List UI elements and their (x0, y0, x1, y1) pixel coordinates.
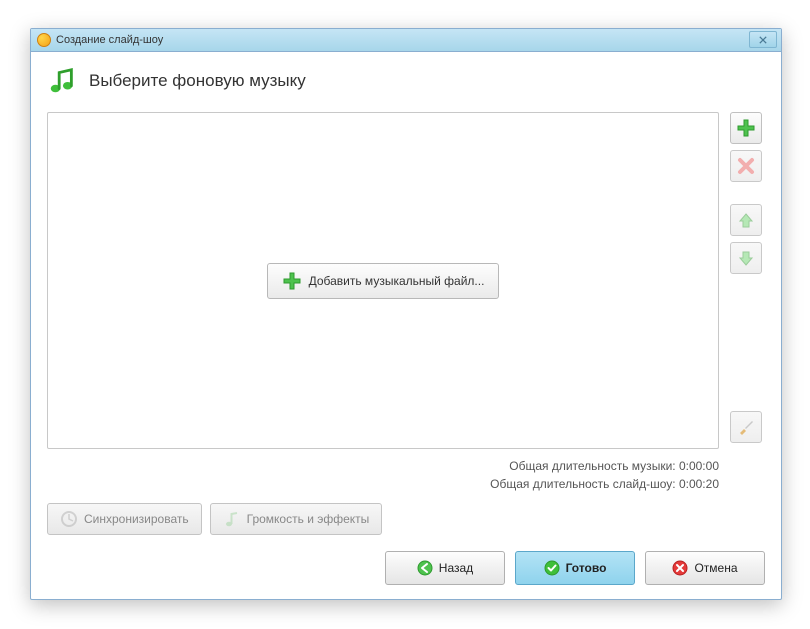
remove-button (730, 150, 762, 182)
arrow-left-icon (417, 560, 433, 576)
header: Выберите фоновую музыку (47, 66, 765, 96)
synchronize-button: Синхронизировать (47, 503, 202, 535)
move-down-button (730, 242, 762, 274)
volume-label: Громкость и эффекты (247, 512, 370, 526)
cancel-button[interactable]: Отмена (645, 551, 765, 585)
slideshow-duration-label: Общая длительность слайд-шоу: (490, 477, 675, 491)
move-up-button (730, 204, 762, 236)
options-row: Синхронизировать Громкость и эффекты (47, 503, 765, 535)
add-button[interactable] (730, 112, 762, 144)
side-toolbar (727, 112, 765, 449)
add-music-label: Добавить музыкальный файл... (309, 274, 485, 288)
sync-icon (60, 510, 78, 528)
window-title: Создание слайд-шоу (56, 34, 163, 46)
back-button[interactable]: Назад (385, 551, 505, 585)
page-title: Выберите фоновую музыку (89, 71, 306, 91)
app-icon (37, 33, 51, 47)
arrow-up-icon (737, 211, 755, 229)
cancel-icon (672, 560, 688, 576)
settings-button (730, 411, 762, 443)
footer: Назад Готово Отмена (47, 535, 765, 585)
check-icon (544, 560, 560, 576)
volume-effects-button: Громкость и эффекты (210, 503, 383, 535)
content-area: Выберите фоновую музыку Добавить музыкал… (31, 52, 781, 599)
music-note-icon (223, 510, 241, 528)
add-music-file-button[interactable]: Добавить музыкальный файл... (267, 263, 500, 299)
x-icon (737, 157, 755, 175)
music-icon (47, 66, 77, 96)
dialog-window: Создание слайд-шоу Выберите фоновую музы… (30, 28, 782, 600)
plus-icon (282, 271, 302, 291)
music-duration-value: 0:00:00 (679, 459, 719, 473)
close-icon (759, 36, 767, 44)
music-duration-label: Общая длительность музыки: (509, 459, 675, 473)
done-button[interactable]: Готово (515, 551, 635, 585)
close-button[interactable] (749, 31, 777, 48)
back-label: Назад (439, 561, 473, 575)
duration-info: Общая длительность музыки: 0:00:00 Общая… (47, 457, 719, 493)
titlebar: Создание слайд-шоу (31, 29, 781, 52)
arrow-down-icon (737, 249, 755, 267)
main-area: Добавить музыкальный файл... (47, 112, 765, 449)
plus-icon (736, 118, 756, 138)
cancel-label: Отмена (694, 561, 737, 575)
slideshow-duration-value: 0:00:20 (679, 477, 719, 491)
done-label: Готово (566, 561, 607, 575)
brush-icon (737, 418, 755, 436)
music-list: Добавить музыкальный файл... (47, 112, 719, 449)
sync-label: Синхронизировать (84, 512, 189, 526)
